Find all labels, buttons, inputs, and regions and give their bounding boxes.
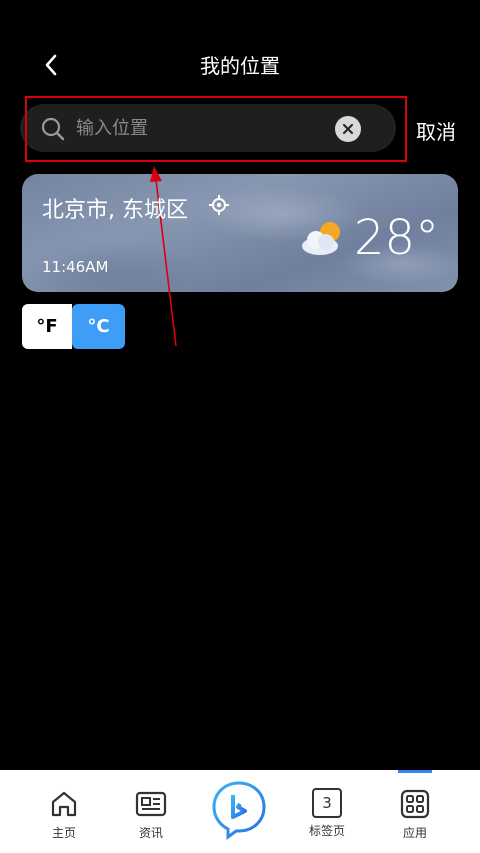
- fahrenheit-button[interactable]: °F: [22, 304, 72, 349]
- celsius-button[interactable]: °C: [72, 304, 125, 349]
- page-title: 我的位置: [200, 54, 280, 78]
- nav-apps-label: 应用: [402, 826, 427, 840]
- locate-icon[interactable]: [208, 194, 230, 216]
- active-tab-indicator: [398, 770, 432, 773]
- nav-news[interactable]: 资讯: [121, 788, 181, 848]
- tabs-count: 3: [322, 794, 332, 812]
- tabs-icon: 3: [312, 788, 342, 818]
- home-icon: [51, 791, 77, 817]
- city-name: 北京市, 东城区: [42, 198, 188, 223]
- nav-tabs-label: 标签页: [308, 824, 345, 838]
- weather-card[interactable]: 北京市, 东城区 11:46AM 28°: [22, 174, 458, 292]
- apps-icon: [400, 789, 430, 819]
- nav-bing[interactable]: [211, 780, 267, 840]
- highlight-box: [25, 96, 407, 162]
- nav-home[interactable]: 主页: [34, 788, 94, 848]
- nav-tabs[interactable]: 3 标签页: [297, 788, 357, 848]
- cancel-button[interactable]: 取消: [416, 116, 456, 145]
- local-time: 11:46AM: [42, 258, 109, 276]
- nav-news-label: 资讯: [138, 826, 163, 840]
- partly-cloudy-icon: [302, 222, 340, 255]
- unit-toggle: °F °C: [22, 304, 125, 349]
- nav-apps[interactable]: 应用: [385, 788, 445, 848]
- news-icon: [135, 791, 167, 817]
- bing-icon: [212, 781, 266, 840]
- nav-home-label: 主页: [51, 826, 76, 840]
- temperature: 28°: [354, 210, 440, 266]
- header: 我的位置: [0, 40, 480, 90]
